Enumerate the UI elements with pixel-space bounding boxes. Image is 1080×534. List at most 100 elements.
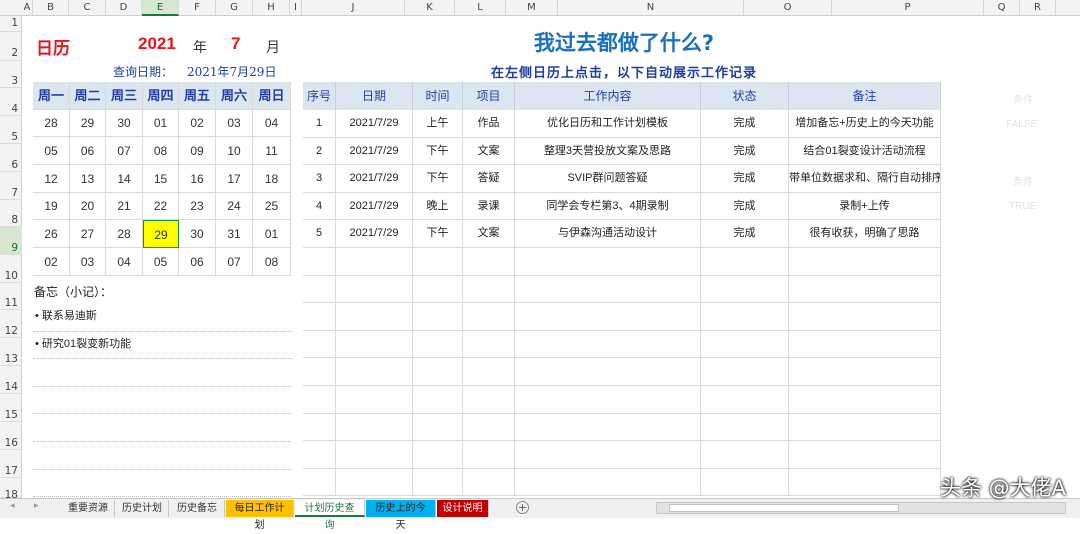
- empty-table-cell[interactable]: [789, 413, 941, 442]
- column-header-c[interactable]: C: [69, 0, 106, 16]
- empty-table-cell[interactable]: [515, 468, 701, 497]
- column-header-b[interactable]: B: [33, 0, 69, 16]
- empty-table-cell[interactable]: [701, 248, 789, 276]
- table-cell[interactable]: 下午: [413, 165, 463, 193]
- memo-line[interactable]: [33, 441, 291, 470]
- row-header-16[interactable]: 16: [0, 422, 22, 450]
- sheet-tab[interactable]: 重要资源: [62, 500, 115, 517]
- calendar-day[interactable]: 20: [70, 193, 106, 220]
- table-cell[interactable]: 上午: [413, 110, 463, 138]
- table-cell[interactable]: 录课: [463, 192, 515, 221]
- empty-table-cell[interactable]: [303, 330, 336, 359]
- table-cell[interactable]: 同学会专栏第3、4期录制: [515, 192, 701, 221]
- empty-table-cell[interactable]: [463, 441, 515, 469]
- row-header-6[interactable]: 6: [0, 144, 22, 172]
- table-cell[interactable]: 增加备忘+历史上的今天功能: [789, 110, 941, 138]
- calendar-day[interactable]: 09: [179, 137, 216, 165]
- row-header-2[interactable]: 2: [0, 32, 22, 61]
- empty-table-cell[interactable]: [303, 358, 336, 386]
- table-cell[interactable]: 5: [303, 220, 336, 248]
- column-header-j[interactable]: J: [302, 0, 405, 16]
- row-header-5[interactable]: 5: [0, 116, 22, 144]
- column-header-q[interactable]: Q: [984, 0, 1020, 16]
- calendar-day[interactable]: 22: [143, 193, 179, 220]
- table-cell[interactable]: 作品: [463, 110, 515, 138]
- calendar-day[interactable]: 04: [253, 110, 291, 137]
- empty-table-cell[interactable]: [413, 413, 463, 442]
- table-cell[interactable]: SVIP群问题答疑: [515, 165, 701, 193]
- empty-table-cell[interactable]: [701, 275, 789, 304]
- sheet-tab[interactable]: 历史计划: [116, 500, 169, 517]
- empty-table-cell[interactable]: [336, 303, 413, 331]
- calendar-day[interactable]: 07: [216, 248, 253, 276]
- empty-table-cell[interactable]: [303, 441, 336, 469]
- empty-table-cell[interactable]: [463, 330, 515, 359]
- month-value[interactable]: 7: [231, 34, 240, 54]
- empty-table-cell[interactable]: [515, 386, 701, 414]
- year-value[interactable]: 2021: [138, 34, 176, 54]
- empty-table-cell[interactable]: [303, 303, 336, 331]
- table-cell[interactable]: 答疑: [463, 165, 515, 193]
- calendar-day[interactable]: 08: [253, 248, 291, 276]
- table-cell[interactable]: 结合01裂变设计活动流程: [789, 137, 941, 166]
- row-header-12[interactable]: 12: [0, 310, 22, 338]
- empty-table-cell[interactable]: [413, 468, 463, 497]
- table-cell[interactable]: 带单位数据求和、隔行自动排序: [789, 165, 941, 193]
- empty-table-cell[interactable]: [789, 303, 941, 331]
- empty-table-cell[interactable]: [336, 441, 413, 469]
- empty-table-cell[interactable]: [701, 358, 789, 386]
- calendar-day[interactable]: 17: [216, 165, 253, 193]
- column-header-r[interactable]: R: [1020, 0, 1056, 16]
- table-cell[interactable]: 2021/7/29: [336, 137, 413, 166]
- calendar-day[interactable]: 30: [179, 220, 216, 248]
- empty-table-cell[interactable]: [701, 386, 789, 414]
- calendar-day[interactable]: 16: [179, 165, 216, 193]
- horizontal-scrollbar[interactable]: [656, 502, 1066, 514]
- empty-table-cell[interactable]: [303, 275, 336, 304]
- table-cell[interactable]: 文案: [463, 220, 515, 248]
- scroll-left-icon[interactable]: ◂: [10, 501, 15, 511]
- table-cell[interactable]: 完成: [701, 192, 789, 221]
- scroll-right-icon[interactable]: ▸: [34, 501, 39, 511]
- empty-table-cell[interactable]: [701, 441, 789, 469]
- calendar-day[interactable]: 02: [179, 110, 216, 137]
- row-header-8[interactable]: 8: [0, 200, 22, 227]
- calendar-day[interactable]: 05: [143, 248, 179, 276]
- column-header-f[interactable]: F: [179, 0, 216, 16]
- calendar-day[interactable]: 24: [216, 193, 253, 220]
- scrollbar-thumb[interactable]: [669, 504, 899, 512]
- calendar-day[interactable]: 10: [216, 137, 253, 165]
- empty-table-cell[interactable]: [303, 468, 336, 497]
- empty-table-cell[interactable]: [413, 386, 463, 414]
- calendar-day[interactable]: 03: [70, 248, 106, 276]
- calendar-day[interactable]: 02: [33, 248, 70, 276]
- empty-table-cell[interactable]: [463, 358, 515, 386]
- calendar-day[interactable]: 01: [143, 110, 179, 137]
- table-cell[interactable]: 下午: [413, 220, 463, 248]
- calendar-day[interactable]: 18: [253, 165, 291, 193]
- empty-table-cell[interactable]: [303, 386, 336, 414]
- table-cell[interactable]: 2: [303, 137, 336, 166]
- empty-table-cell[interactable]: [463, 248, 515, 276]
- table-cell[interactable]: 下午: [413, 137, 463, 166]
- column-header-n[interactable]: N: [558, 0, 744, 16]
- empty-table-cell[interactable]: [463, 413, 515, 442]
- column-header-a[interactable]: A: [22, 0, 33, 16]
- sheet-tab[interactable]: 设计说明: [437, 500, 489, 517]
- empty-table-cell[interactable]: [463, 468, 515, 497]
- empty-table-cell[interactable]: [413, 275, 463, 304]
- calendar-day[interactable]: 06: [179, 248, 216, 276]
- empty-table-cell[interactable]: [515, 413, 701, 442]
- table-cell[interactable]: 1: [303, 110, 336, 138]
- empty-table-cell[interactable]: [336, 248, 413, 276]
- empty-table-cell[interactable]: [789, 275, 941, 304]
- empty-table-cell[interactable]: [515, 275, 701, 304]
- calendar-day[interactable]: 14: [106, 165, 143, 193]
- empty-table-cell[interactable]: [515, 303, 701, 331]
- empty-table-cell[interactable]: [789, 441, 941, 469]
- empty-table-cell[interactable]: [463, 386, 515, 414]
- calendar-day[interactable]: 30: [106, 110, 143, 137]
- calendar-day-selected[interactable]: 29: [143, 220, 179, 248]
- empty-table-cell[interactable]: [789, 468, 941, 497]
- empty-table-cell[interactable]: [515, 441, 701, 469]
